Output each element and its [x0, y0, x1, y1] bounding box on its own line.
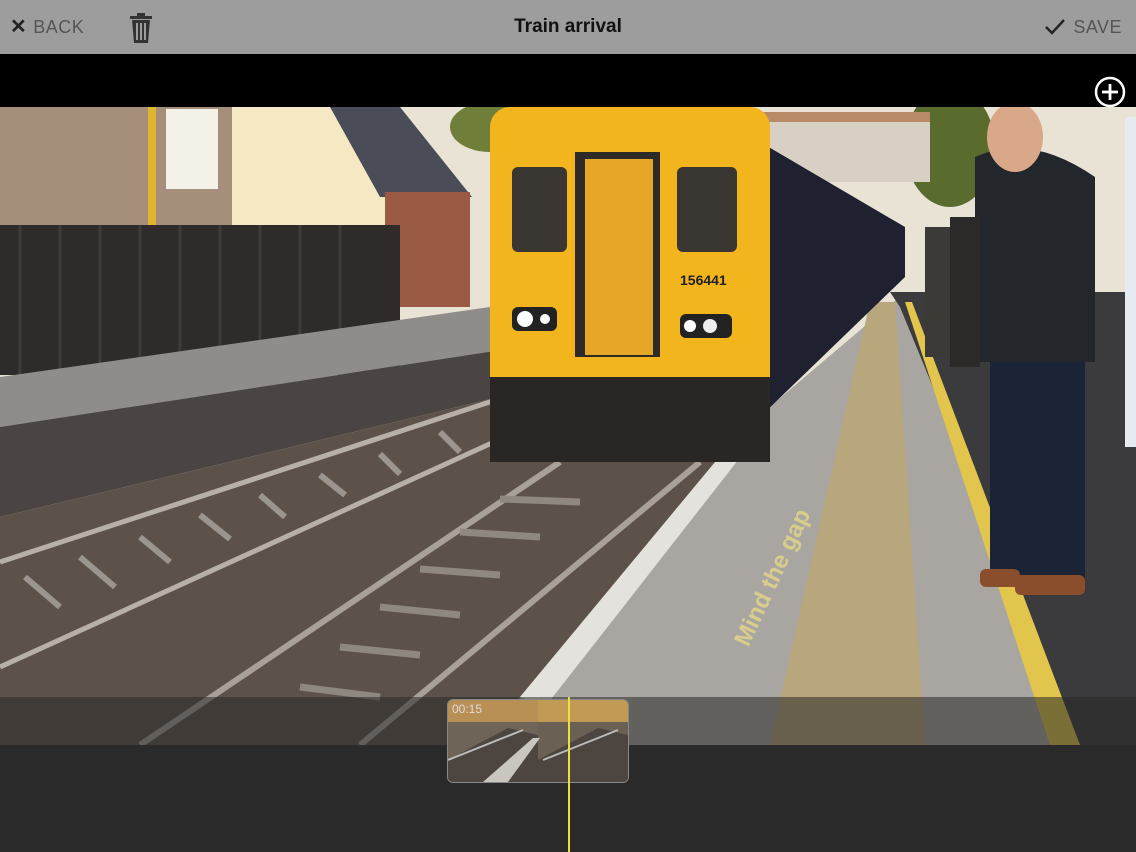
video-preview[interactable]: 156441 Mind the gap	[0, 107, 1136, 745]
playhead[interactable]	[568, 697, 570, 852]
top-toolbar: ✕ BACK Train arrival SAVE	[0, 0, 1136, 54]
video-editor: ✕ BACK Train arrival SAVE 156441 Mind th…	[0, 0, 1136, 852]
clip-time: 00:15	[452, 702, 483, 716]
checkmark-icon	[1045, 19, 1066, 35]
plus-circle-icon[interactable]	[1094, 76, 1126, 108]
video-clip-thumbnail[interactable]: 00:15	[447, 699, 629, 783]
video-frame: 156441 Mind the gap	[0, 107, 1136, 745]
video-letterbox	[0, 54, 1136, 107]
train-number: 156441	[680, 272, 727, 288]
page-title: Train arrival	[514, 16, 622, 37]
save-label: SAVE	[1073, 16, 1122, 37]
save-button[interactable]: SAVE	[1045, 14, 1122, 40]
